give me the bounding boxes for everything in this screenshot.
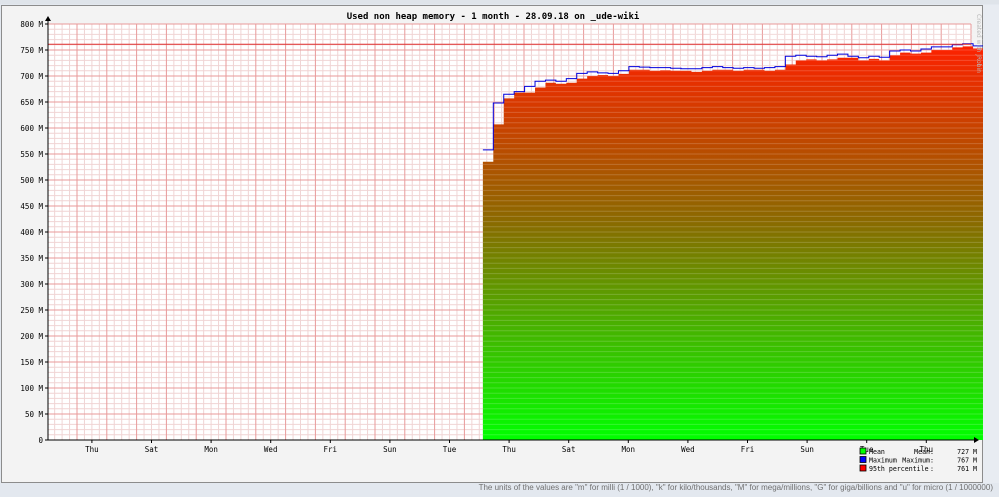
y-tick-label: 650 M <box>20 98 43 107</box>
y-tick-label: 600 M <box>20 124 43 133</box>
y-tick-label: 200 M <box>20 332 43 341</box>
y-tick-label: 250 M <box>20 306 43 315</box>
right-padding <box>983 5 999 483</box>
legend-stat-label: Maximum: <box>902 457 934 465</box>
top-strip <box>0 0 999 4</box>
y-tick-label: 550 M <box>20 150 43 159</box>
units-footnote: The units of the values are "m" for mill… <box>478 483 993 492</box>
watermark: Created with JRobin <box>975 14 982 73</box>
y-tick-label: 400 M <box>20 228 43 237</box>
x-tick-label: Fri <box>741 445 755 454</box>
legend-series-name: Mean <box>869 448 885 456</box>
legend-value: 727 M <box>957 448 977 456</box>
y-tick-label: 350 M <box>20 254 43 263</box>
y-tick-labels: 0 50 M 100 M 150 M 200 M 250 M 300 M 350 M 400 M… <box>20 20 48 445</box>
x-tick-label: Sun <box>800 445 814 454</box>
x-tick-label: Mon <box>622 445 636 454</box>
y-tick-label: 500 M <box>20 176 43 185</box>
legend-series-name: 95th percentile <box>869 465 929 473</box>
x-tick-label: Sat <box>562 445 576 454</box>
y-tick-label: 750 M <box>20 46 43 55</box>
legend-value: 761 M <box>957 465 977 473</box>
legend-swatch <box>859 447 867 455</box>
legend-swatch <box>859 464 867 472</box>
legend-value: 767 M <box>957 457 977 465</box>
legend: Mean Mean: 727 M Maximum Maximum: 767 M 95th p… <box>859 447 977 473</box>
x-tick-label: Thu <box>85 445 99 454</box>
x-tick-label: Thu <box>502 445 516 454</box>
y-tick-label: 100 M <box>20 384 43 393</box>
x-tick-label: Fri <box>324 445 338 454</box>
y-tick-label: 800 M <box>20 20 43 29</box>
chart-title: Used non heap memory - 1 month - 28.09.1… <box>347 11 640 22</box>
legend-stat-label: Mean: <box>914 448 934 456</box>
x-tick-label: Sat <box>145 445 159 454</box>
legend-swatch <box>859 456 867 463</box>
y-tick-label: 0 <box>38 436 43 445</box>
x-tick-label: Sun <box>383 445 397 454</box>
mean-area <box>482 46 984 440</box>
y-tick-label: 50 M <box>25 410 44 419</box>
chart: 0 50 M 100 M 150 M 200 M 250 M 300 M 350 M 400 M… <box>20 11 984 473</box>
y-tick-label: 150 M <box>20 358 43 367</box>
x-tick-labels: Thu Sat Mon Wed Fri Sun Tue Thu Sat Mon Wed Fri Sun T… <box>85 440 933 454</box>
y-tick-label: 450 M <box>20 202 43 211</box>
legend-stat-label: : <box>930 465 934 473</box>
y-tick-label: 300 M <box>20 280 43 289</box>
y-axis-arrow <box>45 16 51 21</box>
x-tick-label: Wed <box>681 445 695 454</box>
chart-frame: 0 50 M 100 M 150 M 200 M 250 M 300 M 350 M 400 M… <box>1 5 984 483</box>
legend-series-name: Maximum <box>869 457 897 465</box>
x-tick-label: Tue <box>443 445 457 454</box>
x-tick-label: Mon <box>204 445 218 454</box>
x-tick-label: Wed <box>264 445 278 454</box>
y-tick-label: 700 M <box>20 72 43 81</box>
